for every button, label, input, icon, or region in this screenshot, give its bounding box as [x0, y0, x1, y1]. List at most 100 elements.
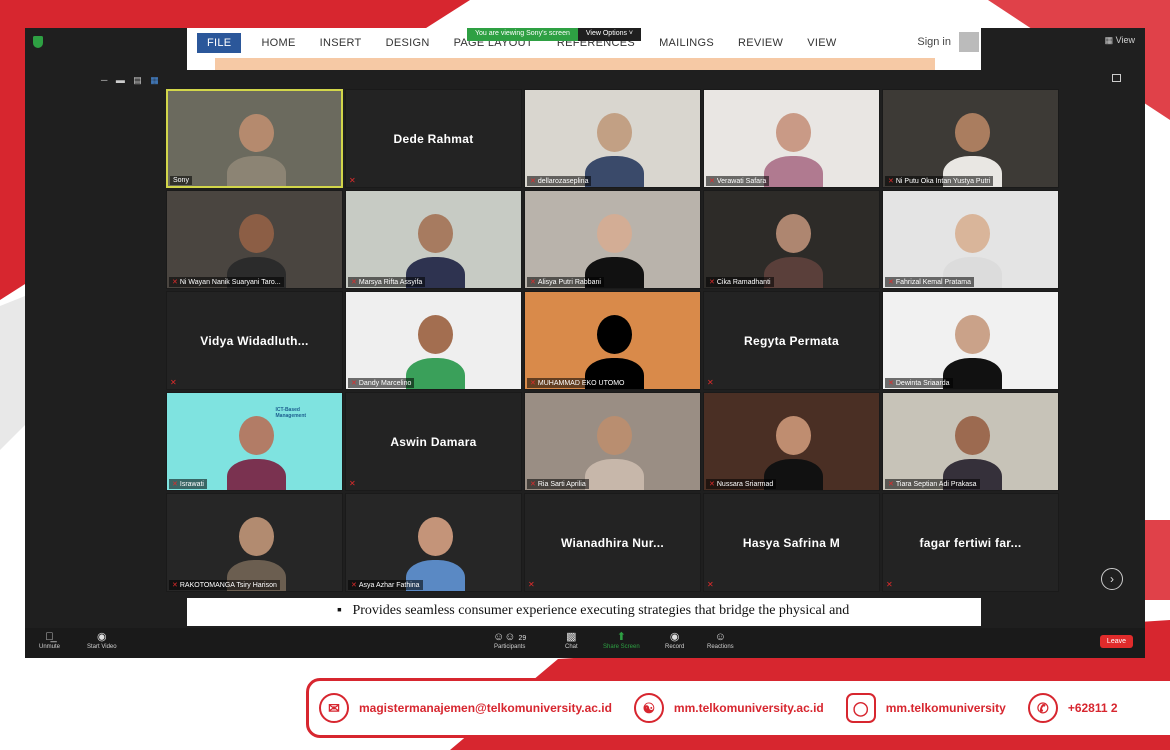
participant-video — [883, 90, 1058, 187]
fullscreen-toggle-icon[interactable] — [1112, 74, 1121, 82]
person-head — [417, 315, 453, 355]
participant-tile[interactable]: fagar fertiwi far... ✕ — [882, 493, 1059, 592]
contact-website: ☯ mm.telkomuniversity.ac.id — [633, 693, 824, 723]
participant-tile[interactable]: Regyta Permata ✕ — [703, 291, 880, 390]
participant-tile[interactable]: ✕ Fahrizal Kemal Pratama — [882, 190, 1059, 289]
sign-in-link[interactable]: Sign in — [917, 36, 951, 48]
participant-tile[interactable]: Wianadhira Nur... ✕ — [524, 493, 701, 592]
participant-tile[interactable]: Aswin Damara ✕ — [345, 392, 522, 491]
participant-video: ICT-Based Management — [167, 393, 342, 490]
record-button[interactable]: ◉ Record — [665, 630, 684, 650]
phone-text: +62811 2 — [1067, 701, 1118, 715]
participant-tile[interactable]: ✕ Verawati Safara — [703, 89, 880, 188]
layout-option-1-icon[interactable]: ▬ — [116, 75, 125, 85]
tab-home[interactable]: HOME — [261, 37, 295, 49]
instagram-icon: ◯ — [845, 693, 876, 723]
participant-tile[interactable]: ✕ Dandy Marcelino — [345, 291, 522, 390]
participant-tile[interactable]: Hasya Safrina M ✕ — [703, 493, 880, 592]
participant-name-display: Aswin Damara — [390, 434, 477, 449]
participant-name-label: ✕ Cika Ramadhanti — [706, 277, 774, 287]
participant-tile[interactable]: ✕ Asya Azhar Fathina — [345, 493, 522, 592]
encryption-shield-icon[interactable] — [33, 36, 43, 48]
start-video-label: Start Video — [87, 644, 117, 650]
participant-name: Sony — [173, 177, 189, 184]
participant-name: Verawati Safara — [716, 178, 767, 185]
person-head — [596, 214, 632, 254]
participant-name: Asya Azhar Fathina — [358, 582, 420, 589]
participant-tile[interactable]: ✕ Cika Ramadhanti — [703, 190, 880, 289]
participant-tile[interactable]: Vidya Widadluth... ✕ — [166, 291, 343, 390]
participant-tile[interactable]: ✕ Nussara Sriarmad — [703, 392, 880, 491]
participant-tile[interactable]: ✕ Ni Wayan Nanik Suaryani Taro... — [166, 190, 343, 289]
participant-tile[interactable]: Sony — [166, 89, 343, 188]
participant-video — [883, 191, 1058, 288]
chat-button[interactable]: ▩ Chat — [565, 630, 578, 650]
tab-review[interactable]: REVIEW — [738, 37, 783, 49]
participant-tile[interactable]: ✕ Ni Putu Oka Intan Yustya Putri — [882, 89, 1059, 188]
participant-tile[interactable]: ✕ dellarozaseplina — [524, 89, 701, 188]
person-head — [954, 315, 990, 355]
muted-mic-icon: ✕ — [530, 178, 536, 185]
participant-tile[interactable]: ✕ Marsya Rifta Assyifa — [345, 190, 522, 289]
participant-name-label: ✕ Dandy Marcelino — [348, 378, 415, 388]
participant-name-display: fagar fertiwi far... — [919, 535, 1022, 550]
person-head — [417, 214, 453, 254]
participant-tile[interactable]: ✕ Dewinta Sriaarda — [882, 291, 1059, 390]
tab-design[interactable]: DESIGN — [386, 37, 430, 49]
person-silhouette — [584, 459, 644, 490]
participant-video — [883, 393, 1058, 490]
view-options-button[interactable]: View Options ˅ — [577, 28, 642, 41]
muted-mic-icon: ✕ — [172, 279, 178, 286]
minimize-icon[interactable]: ─ — [101, 75, 107, 85]
person-head — [238, 113, 274, 152]
participant-tile[interactable]: ✕ Alisya Putri Rabbani — [524, 190, 701, 289]
participant-tile[interactable]: ✕ Ria Sarti Aprilia — [524, 392, 701, 491]
start-video-button[interactable]: ◉ Start Video — [87, 630, 117, 650]
participant-name: dellarozaseplina — [537, 178, 589, 185]
leave-button[interactable]: Leave — [1099, 635, 1133, 648]
participant-tile[interactable]: Dede Rahmat ✕ — [345, 89, 522, 188]
layout-option-2-icon[interactable]: ▤ — [133, 75, 142, 85]
participant-tile[interactable]: ICT-Based Management ✕ Israwati — [166, 392, 343, 491]
zoom-meeting-window: ▦ View FILE HOME INSERT DESIGN PAGE LAYO… — [25, 28, 1145, 658]
person-head — [417, 517, 453, 557]
muted-mic-icon: ✕ — [172, 481, 178, 488]
participant-name-display: Hasya Safrina M — [742, 535, 841, 550]
participant-name: Alisya Putri Rabbani — [537, 279, 601, 286]
muted-mic-icon: ✕ — [349, 479, 356, 488]
participant-tile[interactable]: ✕ RAKOTOMANGA Tsiry Harison — [166, 493, 343, 592]
muted-mic-icon: 🎙̲ — [45, 631, 54, 643]
view-button[interactable]: ▦ View — [1105, 35, 1135, 46]
tab-view[interactable]: VIEW — [807, 37, 836, 49]
next-page-arrow-icon[interactable]: › — [1101, 568, 1123, 590]
muted-mic-icon: ✕ — [709, 279, 715, 286]
user-avatar-icon — [959, 32, 979, 52]
contact-email: ✉ magistermanajemen@telkomuniversity.ac.… — [319, 693, 612, 723]
unmute-button[interactable]: 🎙̲ Unmute — [39, 630, 60, 650]
participant-video — [168, 91, 341, 186]
gallery-grid-icon[interactable]: ▦ — [150, 75, 159, 85]
participants-button[interactable]: ☺☺ 29 Participants — [493, 630, 526, 650]
participant-video — [346, 191, 521, 288]
participant-gallery: Sony Dede Rahmat ✕ ✕ dellarozaseplina ✕ Verawa… — [166, 89, 1063, 597]
participant-tile[interactable]: ✕ MUHAMMAD EKO UTOMO — [524, 291, 701, 390]
tab-file[interactable]: FILE — [197, 33, 242, 53]
participant-name-display: Wianadhira Nur... — [560, 535, 664, 550]
reactions-button[interactable]: ☺ Reactions — [707, 630, 734, 650]
tab-insert[interactable]: INSERT — [320, 37, 362, 49]
participant-name-label: ✕ Israwati — [169, 479, 207, 489]
person-silhouette — [226, 156, 286, 186]
share-screen-button[interactable]: ⬆ Share Screen — [603, 630, 640, 650]
muted-mic-icon: ✕ — [530, 380, 536, 387]
reactions-icon: ☺ — [714, 631, 726, 643]
participant-name-label: ✕ Ni Putu Oka Intan Yustya Putri — [885, 176, 994, 186]
unmute-label: Unmute — [39, 644, 61, 650]
record-icon: ◉ — [669, 631, 680, 643]
muted-mic-icon: ✕ — [351, 582, 357, 589]
record-label: Record — [665, 644, 685, 650]
participant-tile[interactable]: ✕ Tiara Septian Adi Prakasa — [882, 392, 1059, 491]
tab-mailings[interactable]: MAILINGS — [659, 37, 714, 49]
person-head — [238, 214, 274, 254]
viewing-screen-text: You are viewing Sony's screen — [467, 28, 578, 41]
ict-logo-text: ICT-Based Management — [275, 406, 307, 419]
